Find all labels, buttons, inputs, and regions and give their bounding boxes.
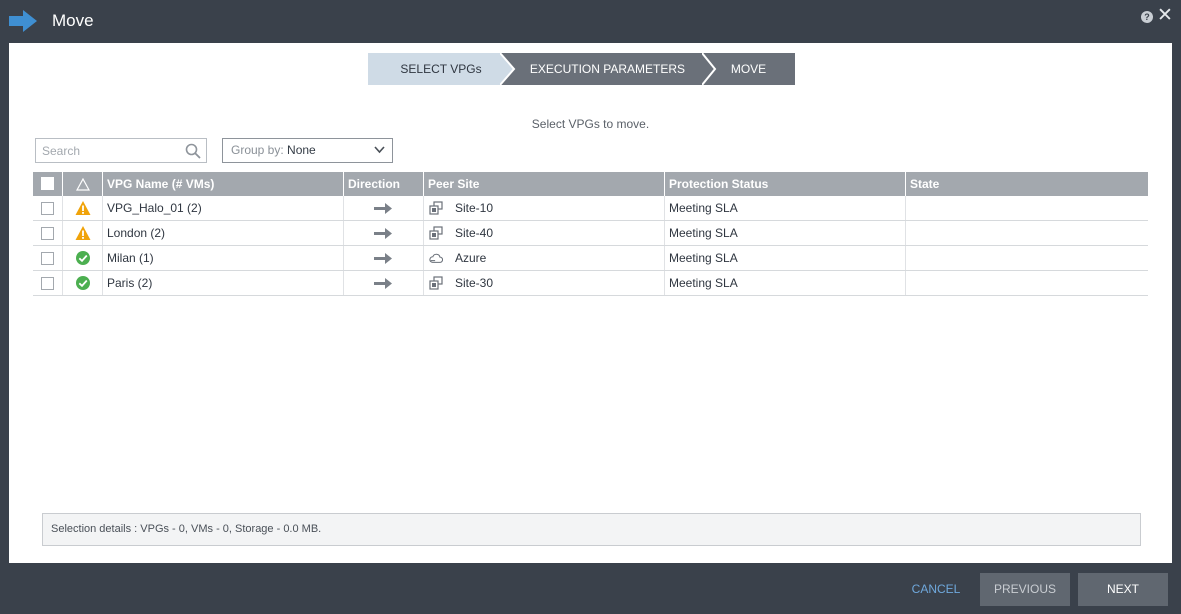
vpg-table: VPG Name (# VMs) Direction Peer Site Pro… <box>33 172 1148 296</box>
check-circle-icon <box>76 276 90 290</box>
next-button[interactable]: NEXT <box>1078 573 1168 606</box>
table-body: VPG_Halo_01 (2) Site-10 Meeting SLA Lond… <box>33 196 1148 296</box>
step-select-vpgs[interactable]: SELECT VPGs <box>368 53 514 85</box>
search-box <box>35 138 207 163</box>
cancel-button[interactable]: CANCEL <box>900 573 972 606</box>
header-state[interactable]: State <box>906 172 1148 196</box>
row-status-cell <box>63 221 103 245</box>
row-status-cell <box>63 271 103 295</box>
instructions-text: Select VPGs to move. <box>531 117 650 131</box>
arrow-right-icon <box>374 203 392 214</box>
move-arrow-icon <box>9 10 37 32</box>
vpg-name[interactable]: London (2) <box>103 221 344 245</box>
row-select-cell <box>33 246 63 270</box>
search-icon[interactable] <box>185 143 201 159</box>
state-cell <box>906 221 1148 245</box>
peer-site-cell: Site-30 <box>424 271 665 295</box>
peer-site-cell: Site-40 <box>424 221 665 245</box>
direction-cell <box>344 221 424 245</box>
row-select-cell <box>33 221 63 245</box>
dialog-content: SELECT VPGs EXECUTION PARAMETERS MOVE Se… <box>9 43 1172 563</box>
protection-status: Meeting SLA <box>665 221 906 245</box>
select-all-checkbox[interactable] <box>41 177 54 190</box>
peer-site-cell: Azure <box>424 246 665 270</box>
protection-status: Meeting SLA <box>665 271 906 295</box>
protection-status: Meeting SLA <box>665 246 906 270</box>
peer-site-cell: Site-10 <box>424 196 665 220</box>
row-checkbox[interactable] <box>41 277 54 290</box>
alert-triangle-icon <box>76 178 90 191</box>
table-row[interactable]: VPG_Halo_01 (2) Site-10 Meeting SLA <box>33 196 1148 221</box>
protection-status: Meeting SLA <box>665 196 906 220</box>
title-bar: Move ? ✕ <box>0 0 1181 43</box>
state-cell <box>906 196 1148 220</box>
state-cell <box>906 271 1148 295</box>
direction-cell <box>344 196 424 220</box>
step-label: EXECUTION PARAMETERS <box>529 62 686 76</box>
table-row[interactable]: Milan (1) Azure Meeting SLA <box>33 246 1148 271</box>
direction-cell <box>344 271 424 295</box>
header-select-all <box>33 172 63 196</box>
header-alert[interactable] <box>63 172 103 196</box>
window-title: Move <box>52 11 94 30</box>
group-by-value: None <box>287 143 316 157</box>
row-checkbox[interactable] <box>41 202 54 215</box>
vpg-name[interactable]: VPG_Halo_01 (2) <box>103 196 344 220</box>
vpg-name[interactable]: Paris (2) <box>103 271 344 295</box>
arrow-right-icon <box>374 253 392 264</box>
table-row[interactable]: London (2) Site-40 Meeting SLA <box>33 221 1148 246</box>
row-select-cell <box>33 271 63 295</box>
row-status-cell <box>63 196 103 220</box>
peer-site-name: Azure <box>455 251 487 265</box>
step-move[interactable]: MOVE <box>702 53 795 85</box>
search-input[interactable] <box>36 139 181 162</box>
arrow-right-icon <box>374 228 392 239</box>
header-vpg-name[interactable]: VPG Name (# VMs) <box>103 172 344 196</box>
group-by-label: Group by: <box>231 143 288 157</box>
step-label: MOVE <box>730 62 767 76</box>
header-peer-site[interactable]: Peer Site <box>424 172 665 196</box>
peer-site-name: Site-40 <box>455 226 494 240</box>
cloud-site-icon <box>429 253 443 263</box>
table-header: VPG Name (# VMs) Direction Peer Site Pro… <box>33 172 1148 196</box>
close-icon[interactable]: ✕ <box>1157 6 1173 26</box>
warning-icon <box>75 201 91 215</box>
direction-cell <box>344 246 424 270</box>
row-select-cell <box>33 196 63 220</box>
selection-details: Selection details : VPGs - 0, VMs - 0, S… <box>42 513 1141 546</box>
vsphere-site-icon <box>429 201 443 215</box>
vpg-name[interactable]: Milan (1) <box>103 246 344 270</box>
peer-site-name: Site-10 <box>455 201 494 215</box>
previous-button[interactable]: PREVIOUS <box>980 573 1070 606</box>
row-status-cell <box>63 246 103 270</box>
table-row[interactable]: Paris (2) Site-30 Meeting SLA <box>33 271 1148 296</box>
row-checkbox[interactable] <box>41 227 54 240</box>
vsphere-site-icon <box>429 276 443 290</box>
row-checkbox[interactable] <box>41 252 54 265</box>
chevron-down-icon <box>374 146 385 154</box>
step-execution-parameters[interactable]: EXECUTION PARAMETERS <box>500 53 715 85</box>
step-label: SELECT VPGs <box>400 62 482 76</box>
header-direction[interactable]: Direction <box>344 172 424 196</box>
group-by-select[interactable]: Group by: None <box>222 138 393 163</box>
header-protection-status[interactable]: Protection Status <box>665 172 906 196</box>
vsphere-site-icon <box>429 226 443 240</box>
state-cell <box>906 246 1148 270</box>
peer-site-name: Site-30 <box>455 276 494 290</box>
check-circle-icon <box>76 251 90 265</box>
arrow-right-icon <box>374 278 392 289</box>
help-icon[interactable]: ? <box>1141 11 1153 23</box>
warning-icon <box>75 226 91 240</box>
